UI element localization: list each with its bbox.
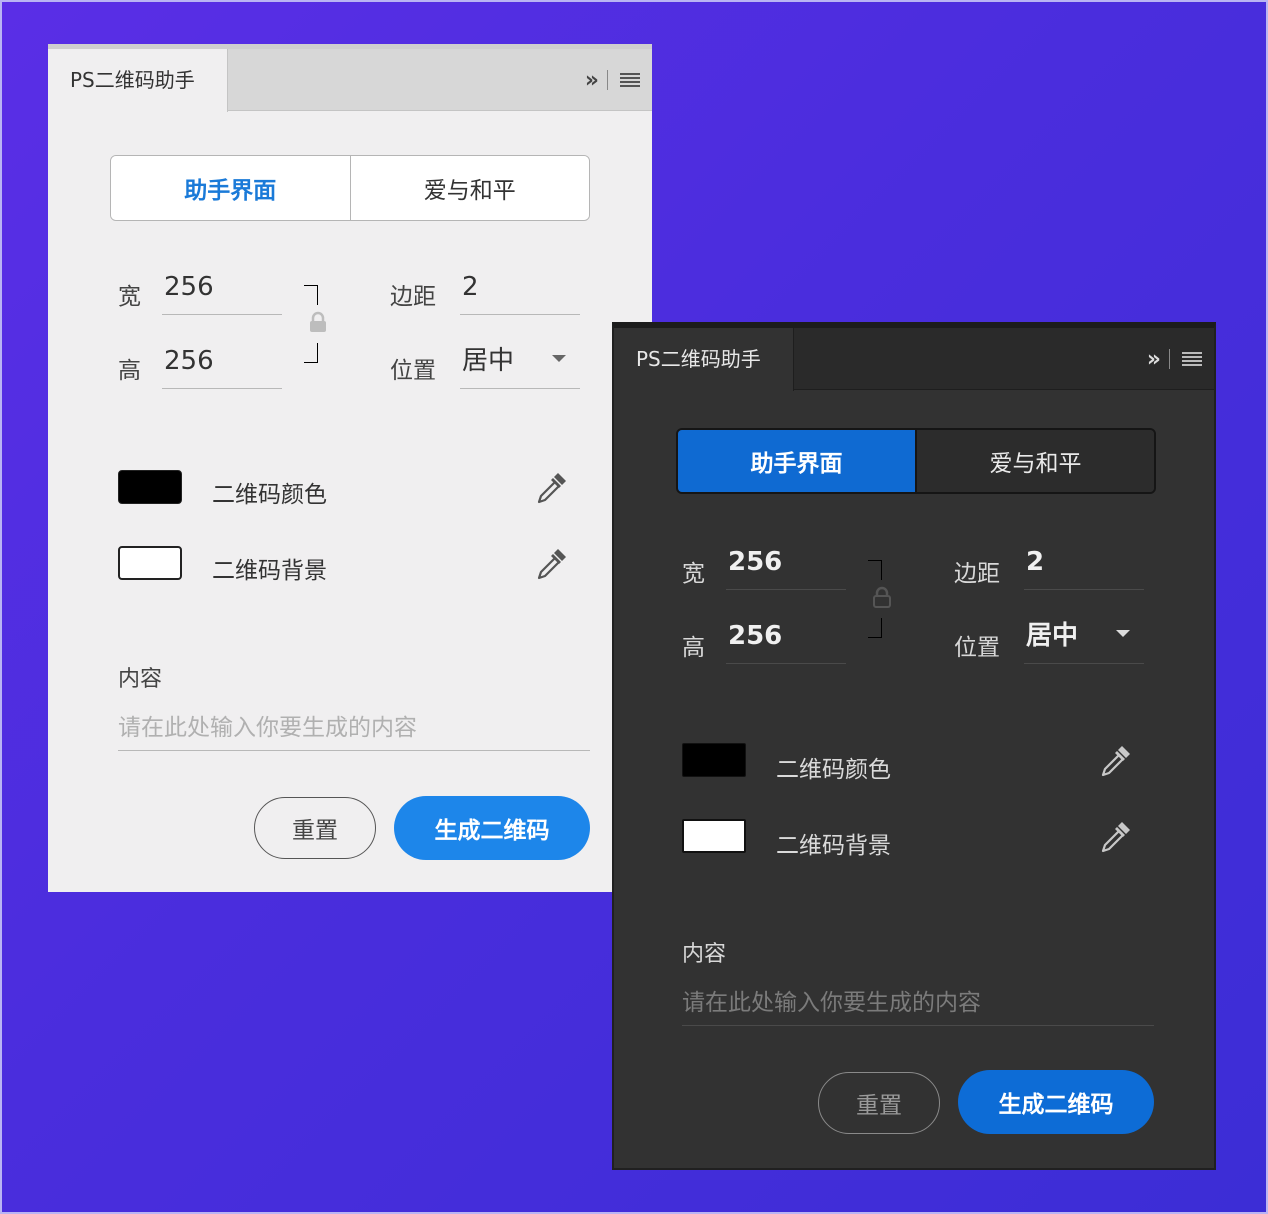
tab-assistant[interactable]: 助手界面 xyxy=(111,156,350,220)
dropdown-arrow-icon xyxy=(552,355,566,362)
qr-background-swatch[interactable] xyxy=(118,546,182,580)
lock-icon[interactable] xyxy=(308,311,328,333)
panel-tab-bar: PS二维码助手 ›› xyxy=(614,328,1214,391)
height-field[interactable]: 256 xyxy=(162,341,282,389)
width-label: 宽 xyxy=(682,561,705,587)
position-label: 位置 xyxy=(390,358,436,384)
reset-button[interactable]: 重置 xyxy=(818,1072,940,1134)
height-field[interactable]: 256 xyxy=(726,616,846,664)
eyedropper-icon[interactable] xyxy=(1098,818,1134,854)
tab-assistant[interactable]: 助手界面 xyxy=(678,430,915,492)
position-select[interactable]: 居中 xyxy=(1024,616,1144,664)
dropdown-arrow-icon xyxy=(1116,630,1130,637)
position-value: 居中 xyxy=(462,346,515,376)
qr-color-label: 二维码颜色 xyxy=(212,482,327,508)
qr-color-label: 二维码颜色 xyxy=(776,757,891,783)
link-bracket-bottom xyxy=(304,343,318,363)
tab-peace[interactable]: 爱与和平 xyxy=(915,430,1154,492)
link-bracket-top xyxy=(304,285,318,305)
content-label: 内容 xyxy=(682,942,727,967)
qr-panel-dark: PS二维码助手 ›› 助手界面 爱与和平 宽 256 高 256 边距 2 位置… xyxy=(612,322,1216,1170)
margin-field[interactable]: 2 xyxy=(1024,542,1144,590)
mode-segmented-control: 助手界面 爱与和平 xyxy=(110,155,590,221)
tool-separator xyxy=(607,70,608,90)
link-bracket-top xyxy=(868,560,882,580)
panel-menu-icon[interactable] xyxy=(1182,352,1202,366)
tab-peace[interactable]: 爱与和平 xyxy=(349,156,589,220)
height-label: 高 xyxy=(118,358,141,384)
margin-field[interactable]: 2 xyxy=(460,267,580,315)
position-select[interactable]: 居中 xyxy=(460,341,580,389)
panel-tab-title[interactable]: PS二维码助手 xyxy=(614,328,794,391)
margin-label: 边距 xyxy=(954,561,1000,587)
position-label: 位置 xyxy=(954,635,1000,661)
width-field[interactable]: 256 xyxy=(726,542,846,590)
eyedropper-icon[interactable] xyxy=(534,469,570,505)
qr-color-swatch[interactable] xyxy=(118,470,182,504)
link-bracket-bottom xyxy=(868,618,882,638)
content-input[interactable] xyxy=(682,980,1154,1026)
content-input[interactable] xyxy=(118,705,590,751)
panel-tab-tools: ›› xyxy=(1147,328,1202,390)
panel-menu-icon[interactable] xyxy=(620,73,640,87)
qr-panel-light: PS二维码助手 ›› 助手界面 爱与和平 宽 256 高 256 边距 2 位置… xyxy=(48,44,652,892)
collapse-icon[interactable]: ›› xyxy=(1147,347,1161,372)
collapse-icon[interactable]: ›› xyxy=(585,68,599,93)
generate-qr-button[interactable]: 生成二维码 xyxy=(958,1070,1154,1134)
position-value: 居中 xyxy=(1026,621,1079,651)
tool-separator xyxy=(1169,349,1170,369)
height-label: 高 xyxy=(682,635,705,661)
content-label: 内容 xyxy=(118,667,163,692)
eyedropper-icon[interactable] xyxy=(1098,742,1134,778)
reset-button[interactable]: 重置 xyxy=(254,797,376,859)
margin-label: 边距 xyxy=(390,284,436,310)
eyedropper-icon[interactable] xyxy=(534,545,570,581)
qr-background-label: 二维码背景 xyxy=(776,833,891,859)
qr-color-swatch[interactable] xyxy=(682,743,746,777)
width-label: 宽 xyxy=(118,284,141,310)
lock-icon[interactable] xyxy=(872,586,892,608)
mode-segmented-control: 助手界面 爱与和平 xyxy=(676,428,1156,494)
qr-background-swatch[interactable] xyxy=(682,819,746,853)
panel-tab-bar: PS二维码助手 ›› xyxy=(48,49,652,112)
width-field[interactable]: 256 xyxy=(162,267,282,315)
panel-tab-tools: ›› xyxy=(585,49,640,111)
generate-qr-button[interactable]: 生成二维码 xyxy=(394,796,590,860)
qr-background-label: 二维码背景 xyxy=(212,558,327,584)
panel-tab-title[interactable]: PS二维码助手 xyxy=(48,49,228,112)
